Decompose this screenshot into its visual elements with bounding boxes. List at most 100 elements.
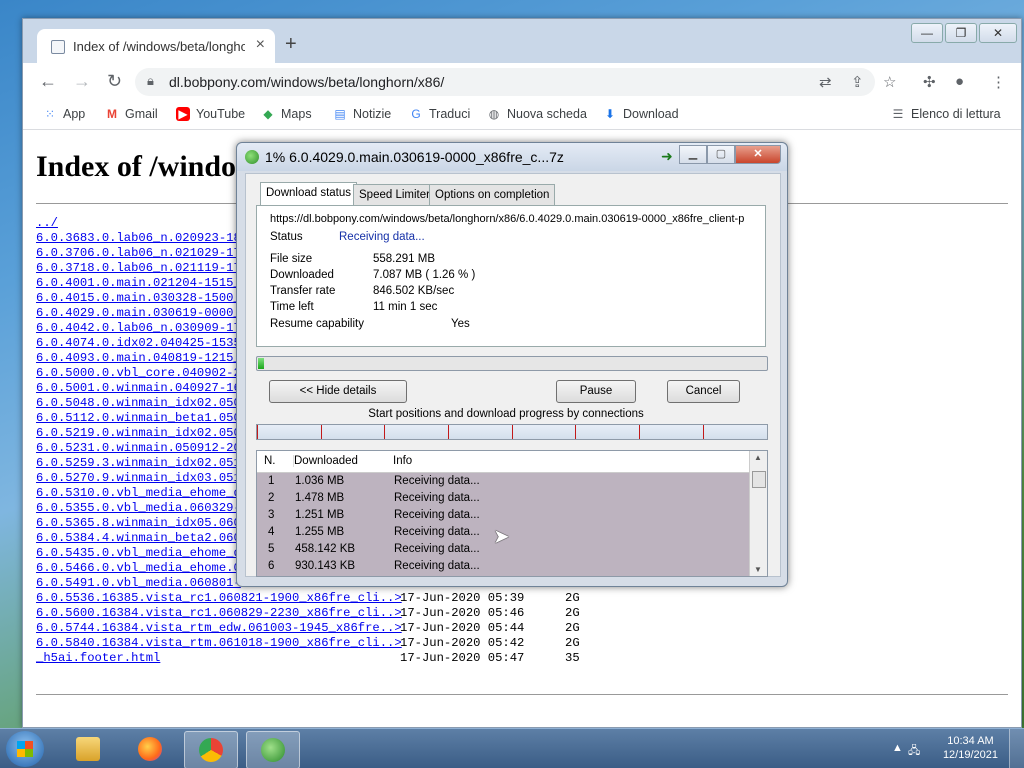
file-link[interactable]: 6.0.4029.0.main.030619-0000_: [36, 306, 241, 320]
file-link[interactable]: 6.0.5001.0.winmain.040927-16: [36, 381, 241, 395]
reading-list[interactable]: ☰ Elenco di lettura: [891, 107, 1001, 121]
taskbar-idm[interactable]: [246, 731, 300, 768]
file-link[interactable]: 6.0.3683.0.lab06_n.020923-18: [36, 231, 241, 245]
tab-speed-limiter[interactable]: Speed Limiter: [353, 184, 436, 205]
connection-marker: [257, 425, 258, 439]
file-link[interactable]: ../: [36, 216, 58, 230]
file-link[interactable]: 6.0.5231.0.winmain.050912-20: [36, 441, 241, 455]
extensions-icon[interactable]: ✣: [923, 73, 936, 91]
back-icon[interactable]: ←: [39, 71, 57, 92]
browser-tab[interactable]: Index of /windows/beta/longhorn ×: [37, 29, 275, 63]
network-icon[interactable]: 🖧︎: [908, 742, 920, 761]
close-window-icon[interactable]: ✕: [979, 23, 1017, 43]
translate-page-icon[interactable]: ⇄: [819, 73, 832, 91]
file-link[interactable]: 6.0.5355.0.vbl_media.060329-: [36, 501, 241, 515]
tab-download-status[interactable]: Download status: [260, 182, 358, 205]
mouse-cursor-icon: ➤: [493, 526, 510, 548]
bookmark-download[interactable]: ⬇ Download: [603, 107, 679, 121]
scroll-up-icon[interactable]: ▲: [754, 453, 762, 462]
bookmark-traduci[interactable]: G Traduci: [409, 107, 470, 121]
start-button[interactable]: [6, 731, 44, 767]
file-size-value: 558.291 MB: [373, 253, 436, 265]
idm-icon: [261, 738, 285, 762]
hide-details-button[interactable]: << Hide details: [269, 380, 407, 403]
taskbar-file-explorer[interactable]: [62, 731, 114, 767]
bookmark-gmail[interactable]: M Gmail: [105, 107, 158, 121]
tab-options-on-completion[interactable]: Options on completion: [429, 184, 556, 205]
file-link[interactable]: 6.0.4074.0.idx02.040425-1535: [36, 336, 241, 350]
file-link[interactable]: 6.0.5270.9.winmain_idx03.051: [36, 471, 241, 485]
scroll-thumb[interactable]: [752, 471, 766, 488]
file-link[interactable]: 6.0.5259.3.winmain_idx02.051: [36, 456, 241, 470]
column-header-downloaded[interactable]: Downloaded: [293, 455, 358, 467]
file-link[interactable]: 6.0.4093.0.main.040819-1215_: [36, 351, 241, 365]
connection-row[interactable]: 3 1.251 MB Receiving data...: [257, 507, 749, 524]
file-date: 17-Jun-2020 05:46: [400, 606, 525, 620]
bookmark-notizie[interactable]: ▤ Notizie: [333, 107, 391, 121]
show-hidden-icons-icon[interactable]: ▲: [892, 742, 903, 754]
pause-button[interactable]: Pause: [556, 380, 636, 403]
file-link[interactable]: 6.0.5384.4.winmain_beta2.060: [36, 531, 241, 545]
file-link[interactable]: 6.0.5435.0.vbl_media_ehome_d: [36, 546, 241, 560]
connection-row[interactable]: 2 1.478 MB Receiving data...: [257, 490, 749, 507]
file-link[interactable]: 6.0.5219.0.winmain_idx02.050: [36, 426, 241, 440]
file-link[interactable]: 6.0.5000.0.vbl_core.040902-2: [36, 366, 241, 380]
address-bar[interactable]: 🔒︎ dl.bobpony.com/windows/beta/longhorn/…: [135, 68, 875, 96]
file-link[interactable]: 6.0.5744.16384.vista_rtm_edw.061003-1945…: [36, 621, 402, 635]
menu-kebab-icon[interactable]: ⋮: [991, 73, 1006, 91]
file-link[interactable]: 6.0.5491.0.vbl_media.060801-: [36, 576, 241, 590]
close-icon[interactable]: ✕: [735, 145, 781, 164]
file-link[interactable]: 6.0.5310.0.vbl_media_ehome_d: [36, 486, 241, 500]
bookmarks-bar: ⁙ App M Gmail ▶ YouTube ◆ Maps ▤ Notizie G Tra…: [23, 101, 1021, 130]
file-link[interactable]: 6.0.4042.0.lab06_n.030909-17: [36, 321, 241, 335]
cancel-button[interactable]: Cancel: [667, 380, 740, 403]
minimize-icon[interactable]: —: [911, 23, 943, 43]
bookmark-youtube[interactable]: ▶ YouTube: [176, 107, 245, 121]
file-link[interactable]: 6.0.5365.8.winmain_idx05.060: [36, 516, 241, 530]
show-desktop-button[interactable]: [1009, 729, 1024, 768]
file-link[interactable]: 6.0.5466.0.vbl_media_ehome.0: [36, 561, 241, 575]
reload-icon[interactable]: ↻: [107, 71, 122, 92]
connections-table: N. Downloaded Info 1 1.036 MB Receiving da…: [256, 450, 768, 577]
column-header-n[interactable]: N.: [264, 455, 276, 467]
minimize-icon[interactable]: ▁: [679, 145, 707, 164]
bookmark-maps[interactable]: ◆ Maps: [261, 107, 311, 121]
lock-icon[interactable]: 🔒︎: [147, 73, 154, 89]
dialog-titlebar[interactable]: 1% 6.0.4029.0.main.030619-0000_x86fre_c.…: [237, 143, 787, 171]
file-link[interactable]: 6.0.5048.0.winmain_idx02.050: [36, 396, 241, 410]
file-link[interactable]: _h5ai.footer.html: [36, 651, 160, 665]
profile-avatar-icon[interactable]: ●: [955, 73, 964, 90]
bookmark-nuova-scheda[interactable]: ◍ Nuova scheda: [487, 107, 587, 121]
file-link[interactable]: 6.0.3706.0.lab06_n.021029-17: [36, 246, 241, 260]
file-link[interactable]: 6.0.5536.16385.vista_rc1.060821-1900_x86…: [36, 591, 402, 605]
connection-row[interactable]: 6 930.143 KB Receiving data...: [257, 558, 749, 575]
connection-info: Receiving data...: [394, 526, 480, 538]
file-link[interactable]: 6.0.5600.16384.vista_rc1.060829-2230_x86…: [36, 606, 402, 620]
new-tab-icon[interactable]: +: [285, 33, 297, 56]
forward-icon[interactable]: →: [73, 71, 91, 92]
file-link[interactable]: 6.0.4015.0.main.030328-1500_: [36, 291, 241, 305]
taskbar-chrome[interactable]: [184, 731, 238, 768]
column-header-info[interactable]: Info: [393, 455, 412, 467]
connection-info: Receiving data...: [394, 475, 480, 487]
file-link[interactable]: 6.0.5112.0.winmain_beta1.050: [36, 411, 241, 425]
bookmark-app[interactable]: ⁙ App: [43, 107, 85, 121]
bookmark-star-icon[interactable]: ☆: [883, 73, 896, 91]
share-icon[interactable]: ⇪: [851, 73, 864, 91]
file-link[interactable]: 6.0.3718.0.lab06_n.021119-17: [36, 261, 241, 275]
address-url[interactable]: dl.bobpony.com/windows/beta/longhorn/x86…: [169, 74, 444, 90]
maximize-icon[interactable]: ▢: [707, 145, 735, 164]
close-tab-icon[interactable]: ×: [256, 36, 265, 54]
taskbar-firefox[interactable]: [124, 731, 176, 767]
clock[interactable]: 10:34 AM 12/19/2021: [943, 734, 998, 762]
scroll-down-icon[interactable]: ▼: [754, 565, 762, 574]
dialog-body: Download status Speed Limiter Options on…: [245, 173, 781, 577]
window-controls: — ❐ ✕: [911, 23, 1017, 43]
file-link[interactable]: 6.0.4001.0.main.021204-1515_: [36, 276, 241, 290]
status-panel: https://dl.bobpony.com/windows/beta/long…: [256, 205, 766, 347]
connection-marker: [639, 425, 640, 439]
vertical-scrollbar[interactable]: ▲ ▼: [749, 451, 767, 576]
restore-icon[interactable]: ❐: [945, 23, 977, 43]
connection-row[interactable]: 1 1.036 MB Receiving data...: [257, 473, 749, 490]
file-link[interactable]: 6.0.5840.16384.vista_rtm.061018-1900_x86…: [36, 636, 402, 650]
